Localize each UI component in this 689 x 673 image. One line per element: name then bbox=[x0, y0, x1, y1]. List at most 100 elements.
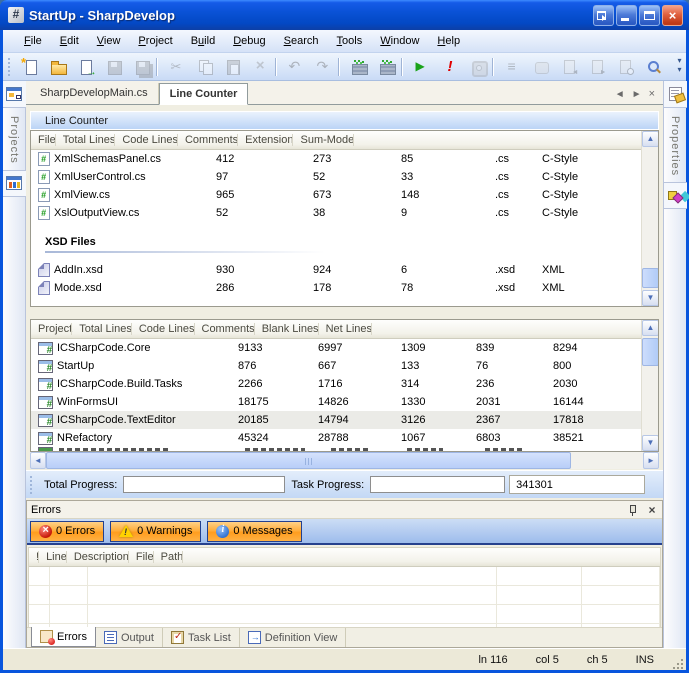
column-header[interactable]: Description bbox=[67, 548, 129, 567]
scroll-up-icon[interactable]: ▲ bbox=[642, 131, 659, 147]
new-file-button[interactable] bbox=[16, 55, 44, 79]
column-header[interactable]: Path bbox=[154, 548, 184, 567]
menu-project[interactable]: Project bbox=[129, 32, 181, 50]
warnings-filter-button[interactable]: 0 Warnings bbox=[110, 521, 201, 542]
paste-button[interactable] bbox=[219, 55, 247, 79]
column-header[interactable]: Blank Lines bbox=[255, 320, 319, 339]
abort-button[interactable] bbox=[436, 55, 464, 79]
scroll-up-icon[interactable]: ▲ bbox=[642, 320, 659, 336]
errors-close-icon[interactable]: × bbox=[646, 503, 658, 517]
column-header[interactable]: File bbox=[129, 548, 154, 567]
close-button[interactable]: × bbox=[662, 5, 683, 26]
file-table-scrollbar[interactable]: ▲ ▼ bbox=[641, 131, 658, 306]
horizontal-scrollbar[interactable]: ◄ ► bbox=[30, 452, 659, 469]
file-table-row[interactable]: XmlView.cs 965 673 148 .cs C-Style bbox=[31, 186, 658, 204]
column-header[interactable]: Extension bbox=[238, 131, 293, 150]
column-header[interactable]: Net Lines bbox=[319, 320, 372, 339]
menu-view[interactable]: View bbox=[88, 32, 130, 50]
project-table-row[interactable]: ICSharpCode.Core 9133 6997 1309 839 8294 bbox=[31, 339, 658, 357]
doc-prev-button[interactable] bbox=[555, 55, 583, 79]
scroll-down-icon[interactable]: ▼ bbox=[642, 290, 659, 306]
project-table-row[interactable]: ICSharpCode.TextEditor 20185 14794 3126 … bbox=[31, 411, 658, 429]
column-header[interactable]: Project bbox=[31, 320, 72, 339]
redo-button[interactable] bbox=[310, 55, 338, 79]
menu-tools[interactable]: Tools bbox=[328, 32, 372, 50]
resize-grip[interactable] bbox=[670, 656, 684, 670]
project-table-scrollbar[interactable]: ▲ ▼ bbox=[641, 320, 658, 451]
scrollbar-thumb[interactable] bbox=[642, 338, 659, 366]
bottom-tab-task-list[interactable]: Task List bbox=[163, 628, 240, 647]
bottom-tab-errors[interactable]: Errors bbox=[31, 627, 96, 647]
column-header[interactable]: Comments bbox=[178, 131, 238, 150]
menu-edit[interactable]: Edit bbox=[51, 32, 88, 50]
search-button[interactable] bbox=[639, 55, 667, 79]
menu-build[interactable]: Build bbox=[182, 32, 225, 50]
column-header[interactable]: Code Lines bbox=[115, 131, 178, 150]
column-header[interactable]: Line bbox=[39, 548, 67, 567]
scroll-left-icon[interactable]: ◄ bbox=[30, 452, 46, 469]
save-button[interactable] bbox=[100, 55, 128, 79]
tab-close-icon[interactable]: × bbox=[649, 88, 655, 100]
tab-scroll-left-icon[interactable]: ◄ bbox=[615, 89, 625, 100]
errors-filter-button[interactable]: 0 Errors bbox=[30, 521, 104, 542]
tab-sharpdevelopmain[interactable]: SharpDevelopMain.cs bbox=[30, 83, 159, 104]
scroll-down-icon[interactable]: ▼ bbox=[642, 435, 659, 451]
scrollbar-thumb[interactable] bbox=[46, 452, 571, 469]
column-header[interactable]: ! bbox=[29, 548, 39, 567]
project-table-row[interactable]: NRefactory 45324 28788 1067 6803 38521 bbox=[31, 429, 658, 447]
sidebar-item-properties[interactable]: Properties bbox=[664, 81, 686, 182]
column-header[interactable]: Sum-Mode bbox=[293, 131, 354, 150]
column-header[interactable]: Total Lines bbox=[56, 131, 116, 150]
file-table-row[interactable]: Mode.xsd 286 178 78 .xsd XML bbox=[31, 279, 658, 297]
messages-filter-button[interactable]: 0 Messages bbox=[207, 521, 301, 542]
pin-icon[interactable] bbox=[627, 504, 638, 516]
minimize-button[interactable] bbox=[616, 5, 637, 26]
copy-button[interactable] bbox=[191, 55, 219, 79]
find-ref-button[interactable] bbox=[611, 55, 639, 79]
column-header[interactable]: Total Lines bbox=[72, 320, 132, 339]
file-table-row[interactable]: XslOutputView.cs 52 38 9 .cs C-Style bbox=[31, 204, 658, 222]
sidebar-item-projects[interactable]: Projects bbox=[3, 81, 25, 170]
title-bar[interactable]: # StartUp - SharpDevelop × bbox=[0, 0, 689, 30]
project-table-row[interactable]: WinFormsUI 18175 14826 1330 2031 16144 bbox=[31, 393, 658, 411]
toolbar-overflow-button[interactable]: ▾▾ bbox=[675, 56, 684, 78]
build-all-button[interactable] bbox=[373, 55, 401, 79]
progress-toolbar-grip[interactable] bbox=[29, 476, 34, 494]
maximize-button[interactable] bbox=[639, 5, 660, 26]
blank-button[interactable] bbox=[527, 55, 555, 79]
menu-window[interactable]: Window bbox=[371, 32, 428, 50]
cut-button[interactable] bbox=[163, 55, 191, 79]
undo-button[interactable] bbox=[282, 55, 310, 79]
column-header[interactable]: Code Lines bbox=[132, 320, 195, 339]
menu-debug[interactable]: Debug bbox=[224, 32, 274, 50]
sidebar-item-toolbox[interactable] bbox=[664, 182, 686, 209]
menu-help[interactable]: Help bbox=[428, 32, 469, 50]
project-table-row[interactable]: ICSharpCode.Build.Tasks 2266 1716 314 23… bbox=[31, 375, 658, 393]
menu-search[interactable]: Search bbox=[275, 32, 328, 50]
delete-button[interactable] bbox=[247, 55, 275, 79]
doc-next-button[interactable] bbox=[583, 55, 611, 79]
view-list-button[interactable] bbox=[499, 55, 527, 79]
file-table-row[interactable]: XmlUserControl.cs 97 52 33 .cs C-Style bbox=[31, 168, 658, 186]
save-all-button[interactable] bbox=[128, 55, 156, 79]
bottom-tab-definition-view[interactable]: Definition View bbox=[240, 628, 347, 647]
menu-file[interactable]: File bbox=[15, 32, 51, 50]
file-table-row[interactable]: AddIn.xsd 930 924 6 .xsd XML bbox=[31, 261, 658, 279]
save-as-button[interactable] bbox=[72, 55, 100, 79]
column-header[interactable]: Comments bbox=[195, 320, 255, 339]
dock-window-button[interactable] bbox=[593, 5, 614, 26]
build-button[interactable] bbox=[345, 55, 373, 79]
bottom-tab-output[interactable]: Output bbox=[96, 628, 163, 647]
open-file-button[interactable] bbox=[44, 55, 72, 79]
scrollbar-thumb[interactable] bbox=[642, 268, 659, 288]
column-header[interactable]: File bbox=[31, 131, 56, 150]
file-table-row[interactable]: XmlSchemasPanel.cs 412 273 85 .cs C-Styl… bbox=[31, 150, 658, 168]
scroll-right-icon[interactable]: ► bbox=[643, 452, 659, 469]
run-button[interactable] bbox=[408, 55, 436, 79]
toolbar-grip[interactable] bbox=[7, 58, 12, 76]
stop-button[interactable] bbox=[464, 55, 492, 79]
tab-scroll-right-icon[interactable]: ► bbox=[632, 89, 642, 100]
project-table-row[interactable]: StartUp 876 667 133 76 800 bbox=[31, 357, 658, 375]
tab-line-counter[interactable]: Line Counter bbox=[159, 83, 249, 105]
sidebar-item-classes[interactable] bbox=[3, 170, 25, 197]
